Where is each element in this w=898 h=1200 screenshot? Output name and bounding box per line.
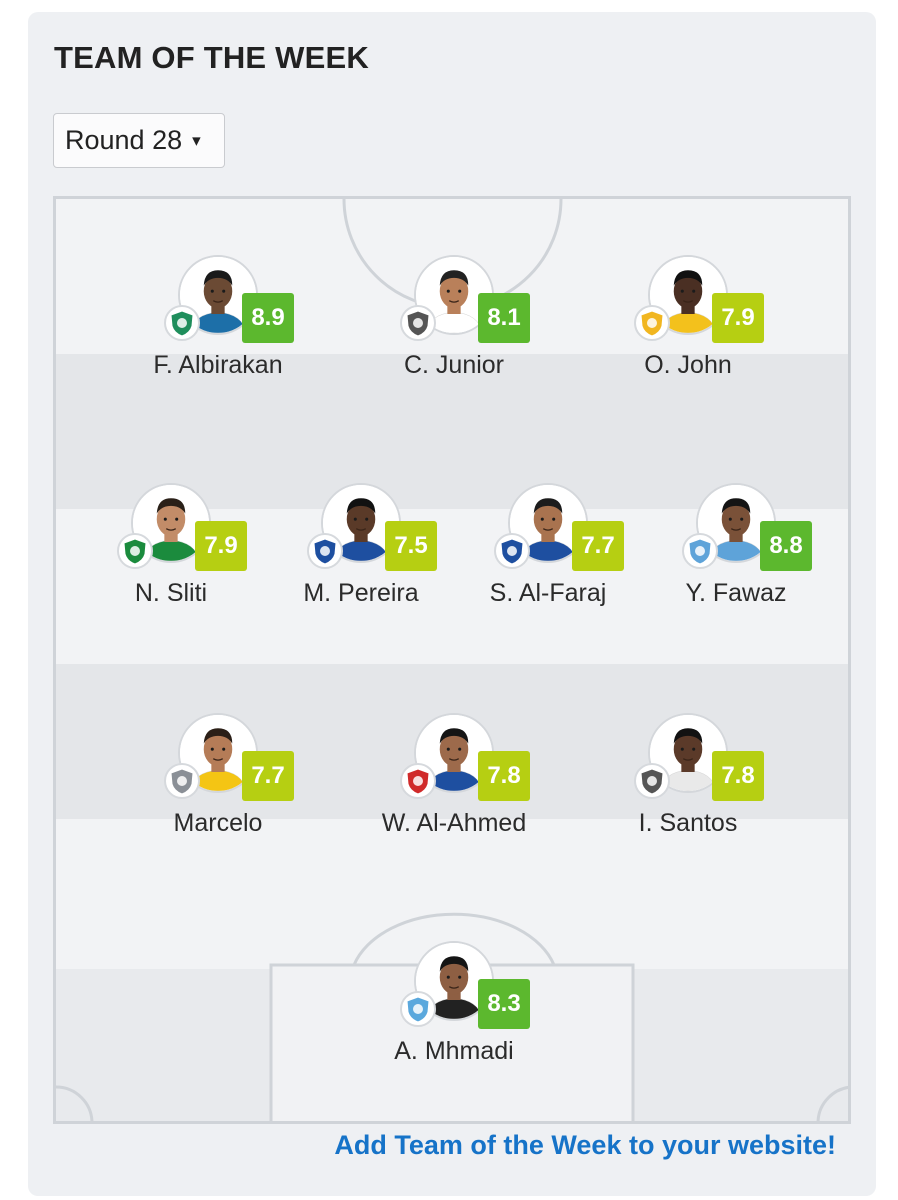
player-card[interactable]: 7.7 S. Al-Faraj xyxy=(458,483,638,613)
rating-badge: 7.7 xyxy=(242,751,294,801)
player-card[interactable]: 8.1 C. Junior xyxy=(364,255,544,385)
chevron-down-icon: ▾ xyxy=(192,130,201,150)
al-fateh-badge-icon xyxy=(164,305,200,341)
rating-badge: 7.9 xyxy=(712,293,764,343)
al-shabab-badge-icon xyxy=(634,763,670,799)
player-name: C. Junior xyxy=(403,351,505,379)
damac-badge-icon xyxy=(400,763,436,799)
add-widget-link[interactable]: Add Team of the Week to your website! xyxy=(334,1130,836,1161)
player-name: O. John xyxy=(644,351,732,379)
player-card[interactable]: 7.8 I. Santos xyxy=(598,713,778,843)
rating-badge: 8.1 xyxy=(478,293,530,343)
player-name: Marcelo xyxy=(173,809,263,837)
round-dropdown-value: Round 28 xyxy=(65,125,183,155)
rating-badge: 8.9 xyxy=(242,293,294,343)
player-name: I. Santos xyxy=(638,809,738,837)
player-name: Y. Fawaz xyxy=(685,579,787,607)
player-card[interactable]: 7.7 Marcelo xyxy=(128,713,308,843)
rating-badge: 7.5 xyxy=(385,521,437,571)
player-card[interactable]: 8.3 A. Mhmadi xyxy=(364,941,544,1071)
abha-badge-icon xyxy=(400,991,436,1027)
player-card[interactable]: 7.9 N. Sliti xyxy=(81,483,261,613)
round-dropdown[interactable]: Round 28 ▾ xyxy=(53,113,225,168)
al-hilal-badge-icon xyxy=(307,533,343,569)
al-batin-badge-icon xyxy=(682,533,718,569)
rating-badge: 7.8 xyxy=(478,751,530,801)
football-pitch: 8.9 F. Albirakan 8.1 C. Junior 7.9 O. John xyxy=(53,196,851,1124)
al-ettifaq-badge-icon xyxy=(117,533,153,569)
rating-badge: 7.9 xyxy=(195,521,247,571)
player-card[interactable]: 7.8 W. Al-Ahmed xyxy=(364,713,544,843)
player-name: W. Al-Ahmed xyxy=(381,809,527,837)
rating-badge: 8.3 xyxy=(478,979,530,1029)
al-faisaly-badge-icon xyxy=(164,763,200,799)
al-hilal-badge-icon xyxy=(494,533,530,569)
player-name: S. Al-Faraj xyxy=(489,579,607,607)
page-title: TEAM OF THE WEEK xyxy=(54,40,369,75)
player-name: F. Albirakan xyxy=(153,351,283,379)
al-shabab-badge-icon xyxy=(400,305,436,341)
player-card[interactable]: 7.5 M. Pereira xyxy=(271,483,451,613)
player-card[interactable]: 8.9 F. Albirakan xyxy=(128,255,308,385)
rating-badge: 7.7 xyxy=(572,521,624,571)
player-name: M. Pereira xyxy=(303,579,419,607)
rating-badge: 8.8 xyxy=(760,521,812,571)
al-hazem-badge-icon xyxy=(634,305,670,341)
player-name: N. Sliti xyxy=(134,579,208,607)
player-card[interactable]: 8.8 Y. Fawaz xyxy=(646,483,826,613)
player-name: A. Mhmadi xyxy=(394,1037,514,1065)
player-card[interactable]: 7.9 O. John xyxy=(598,255,778,385)
rating-badge: 7.8 xyxy=(712,751,764,801)
